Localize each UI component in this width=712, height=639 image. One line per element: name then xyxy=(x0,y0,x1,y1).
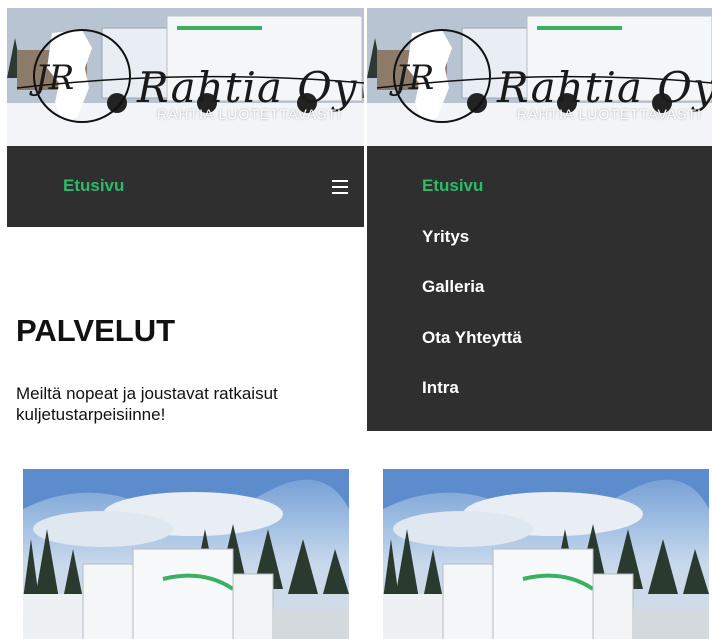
mobile-view-expanded: JR Rahtia Oy RAHTIA LUOTETTAVASTI Etusiv… xyxy=(367,8,712,639)
expanded-nav-menu: Etusivu Yritys Galleria Ota Yhteyttä Int… xyxy=(367,146,712,431)
header-banner: JR Rahtia Oy RAHTIA LUOTETTAVASTI xyxy=(7,8,364,146)
menu-item-etusivu[interactable]: Etusivu xyxy=(422,176,483,196)
navbar: Etusivu xyxy=(7,146,364,227)
truck-photo xyxy=(23,469,349,639)
tagline: RAHTIA LUOTETTAVASTI xyxy=(157,106,342,122)
logo-monogram: JR xyxy=(395,58,435,98)
header-banner: JR Rahtia Oy RAHTIA LUOTETTAVASTI xyxy=(367,8,712,146)
logo-wordmark: Rahtia Oy xyxy=(137,63,358,112)
logo-wordmark: Rahtia Oy xyxy=(497,63,712,112)
menu-item-galleria[interactable]: Galleria xyxy=(422,277,484,297)
menu-item-intra[interactable]: Intra xyxy=(422,378,459,398)
menu-item-ota-yhteytta[interactable]: Ota Yhteyttä xyxy=(422,328,522,348)
mobile-view-collapsed: JR Rahtia Oy RAHTIA LUOTETTAVASTI Etusiv… xyxy=(7,8,364,639)
logo-monogram: JR xyxy=(35,58,75,98)
intro-text: Meiltä nopeat ja joustavat ratkaisut kul… xyxy=(16,384,278,424)
page-title: PALVELUT xyxy=(16,313,176,348)
truck-photo xyxy=(383,469,709,639)
nav-item-etusivu[interactable]: Etusivu xyxy=(63,176,124,196)
tagline: RAHTIA LUOTETTAVASTI xyxy=(517,106,702,122)
hamburger-menu-icon[interactable] xyxy=(332,180,348,194)
menu-item-yritys[interactable]: Yritys xyxy=(422,227,469,247)
